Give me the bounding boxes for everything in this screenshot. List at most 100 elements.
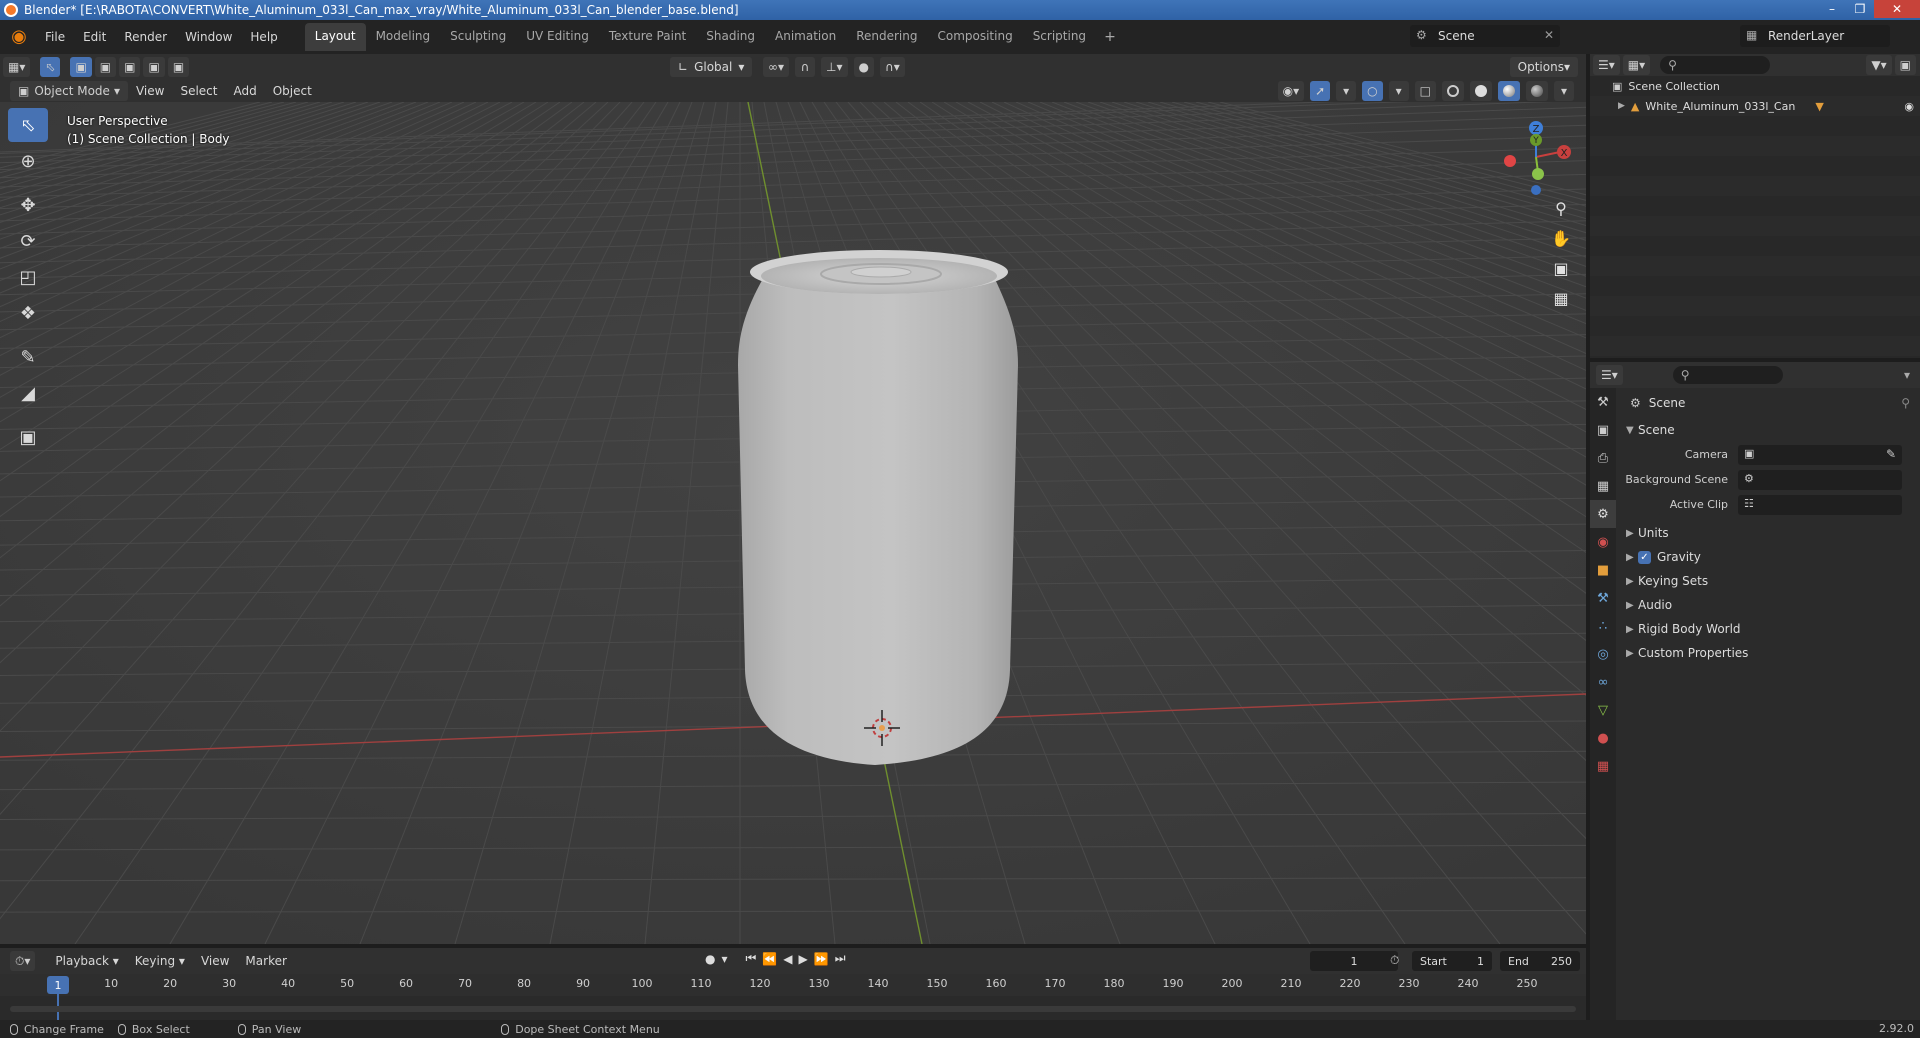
overlays-dropdown-icon[interactable]: ▾	[1388, 81, 1409, 101]
outliner-editor-type-icon[interactable]: ☰▾	[1593, 55, 1620, 75]
timeline[interactable]: 10 20 30 40 50 60 70 80 90 100 110 120 130 140 150 160 1…	[0, 974, 1586, 1020]
menu-help[interactable]: Help	[241, 30, 286, 44]
snap-target-icon[interactable]: ⊥▾	[821, 57, 848, 77]
outliner-search-input[interactable]: ⚲	[1660, 56, 1771, 74]
menu-playback[interactable]: Playback ▾	[47, 954, 126, 968]
menu-timeline-view[interactable]: View	[193, 954, 237, 968]
select-box-new-icon[interactable]: ▣	[70, 57, 92, 77]
visibility-icon[interactable]: ◉▾	[1277, 81, 1305, 101]
properties-editor-type-icon[interactable]: ☰▾	[1596, 365, 1623, 385]
panel-scene[interactable]: ▼ Scene	[1616, 418, 1920, 442]
tab-modeling[interactable]: Modeling	[366, 23, 441, 51]
panel-units[interactable]: ▶ Units	[1616, 521, 1920, 545]
tab-compositing[interactable]: Compositing	[927, 23, 1022, 51]
expand-arrow-icon[interactable]: ▶	[1618, 101, 1625, 111]
menu-file[interactable]: File	[36, 30, 74, 44]
add-cube-tool-icon[interactable]: ▣	[8, 420, 48, 454]
camera-field[interactable]: ▣ ✎	[1738, 444, 1902, 465]
proportional-edit-icon[interactable]: ●	[853, 57, 874, 77]
tab-sculpting[interactable]: Sculpting	[440, 23, 516, 51]
scene-selector[interactable]: ⚙ Scene ✕	[1410, 25, 1560, 47]
texture-properties-icon[interactable]: ▦	[1590, 752, 1616, 780]
rotate-tool-icon[interactable]: ⟳	[8, 224, 48, 258]
object-properties-icon[interactable]: ■	[1590, 556, 1616, 584]
output-properties-icon[interactable]: ⎙	[1590, 444, 1616, 472]
transform-orientation-dropdown[interactable]: ∟ Global ▾	[670, 57, 753, 77]
view-layer-selector[interactable]: ▦ RenderLayer	[1740, 25, 1890, 47]
material-properties-icon[interactable]: ●	[1590, 724, 1616, 752]
jump-end-icon[interactable]: ⏭	[835, 951, 846, 966]
select-box-extend-icon[interactable]: ▣	[94, 57, 117, 77]
constraint-properties-icon[interactable]: ∞	[1590, 668, 1616, 696]
aluminum-can-object[interactable]	[735, 250, 1035, 785]
background-scene-field[interactable]: ⚙	[1738, 469, 1902, 490]
menu-edit[interactable]: Edit	[74, 30, 115, 44]
physics-properties-icon[interactable]: ◎	[1590, 640, 1616, 668]
new-collection-icon[interactable]: ▣	[1894, 55, 1916, 75]
snap-magnet-icon[interactable]: ∩	[795, 57, 816, 77]
outliner-row-object[interactable]: ▶ ▲ White_Aluminum_033l_Can ▼ ◉	[1590, 96, 1920, 116]
render-properties-icon[interactable]: ▣	[1590, 416, 1616, 444]
tab-scripting[interactable]: Scripting	[1023, 23, 1096, 51]
scene-properties-icon[interactable]: ⚙	[1590, 500, 1616, 528]
world-properties-icon[interactable]: ◉	[1590, 528, 1616, 556]
display-mode-icon[interactable]: ▦▾	[1622, 55, 1651, 75]
zoom-icon[interactable]: ⚲	[1546, 194, 1576, 222]
annotate-tool-icon[interactable]: ✎	[8, 340, 48, 374]
add-workspace-button[interactable]: +	[1096, 23, 1124, 51]
overlays-toggle-icon[interactable]: ○	[1362, 81, 1383, 101]
measure-tool-icon[interactable]: ◢	[8, 376, 48, 410]
object-mode-dropdown[interactable]: ▣ Object Mode ▾	[10, 81, 128, 101]
tool-properties-icon[interactable]: ⚒	[1590, 388, 1616, 416]
select-box-subtract-icon[interactable]: ▣	[119, 57, 141, 77]
pivot-point-icon[interactable]: ∞▾	[763, 57, 790, 77]
select-tool-button[interactable]: ⬁	[40, 57, 61, 77]
timeline-scrollbar[interactable]	[10, 1006, 1576, 1012]
panel-gravity[interactable]: ▶ ✓ Gravity	[1616, 545, 1920, 569]
menu-select[interactable]: Select	[172, 84, 225, 98]
modifier-properties-icon[interactable]: ⚒	[1590, 584, 1616, 612]
pan-hand-icon[interactable]: ✋	[1546, 224, 1576, 252]
tab-layout[interactable]: Layout	[304, 23, 366, 51]
cursor-tool-icon[interactable]: ⊕	[8, 144, 48, 178]
camera-view-icon[interactable]: ▣	[1546, 254, 1576, 282]
playhead[interactable]: 1	[47, 976, 69, 994]
tab-texture-paint[interactable]: Texture Paint	[599, 23, 696, 51]
maximize-button[interactable]: ❐	[1846, 0, 1874, 18]
tab-shading[interactable]: Shading	[696, 23, 765, 51]
current-frame-field[interactable]: 1	[1310, 951, 1398, 971]
stopwatch-icon[interactable]: ⏱	[1390, 953, 1399, 968]
filter-icon[interactable]: ▼▾	[1866, 55, 1892, 75]
jump-keyframe-back-icon[interactable]: ⏪	[762, 952, 777, 966]
eye-visibility-icon[interactable]: ◉	[1904, 100, 1914, 113]
gizmo-toggle-icon[interactable]: ➚	[1310, 81, 1331, 101]
neg-z-axis-gizmo-icon[interactable]	[1531, 185, 1541, 195]
chevron-down-icon[interactable]: ▾	[1904, 368, 1910, 382]
active-clip-field[interactable]: ☷	[1738, 494, 1902, 515]
shading-dropdown-icon[interactable]: ▾	[1554, 81, 1574, 101]
menu-marker[interactable]: Marker	[237, 954, 294, 968]
menu-keying[interactable]: Keying ▾	[127, 954, 193, 968]
menu-window[interactable]: Window	[176, 30, 241, 44]
timeline-editor-type-icon[interactable]: ⏱▾	[10, 951, 36, 971]
editor-type-button[interactable]: ▦▾	[3, 57, 31, 77]
chevron-down-icon[interactable]: ▾	[721, 952, 727, 966]
solid-shading-icon[interactable]	[1470, 81, 1492, 101]
record-icon[interactable]: ●	[705, 952, 715, 966]
eyedropper-icon[interactable]: ✎	[1886, 447, 1896, 461]
panel-keying-sets[interactable]: ▶ Keying Sets	[1616, 569, 1920, 593]
jump-start-icon[interactable]: ⏮	[746, 951, 757, 966]
close-button[interactable]: ✕	[1874, 0, 1920, 18]
gravity-checkbox[interactable]: ✓	[1638, 550, 1651, 564]
frame-ruler[interactable]: 10 20 30 40 50 60 70 80 90 100 110 120 130 140 150 160 1…	[0, 974, 1586, 996]
perspective-toggle-icon[interactable]: ▦	[1546, 284, 1576, 312]
menu-object[interactable]: Object	[265, 84, 320, 98]
wireframe-shading-icon[interactable]	[1442, 81, 1464, 101]
neg-x-axis-gizmo-icon[interactable]	[1504, 155, 1516, 167]
properties-search-input[interactable]: ⚲	[1672, 366, 1783, 384]
menu-view[interactable]: View	[128, 84, 172, 98]
outliner-row-scene-collection[interactable]: ▣ Scene Collection	[1590, 76, 1920, 96]
pin-icon[interactable]: ⚲	[1901, 396, 1910, 410]
panel-rigid-body-world[interactable]: ▶ Rigid Body World	[1616, 617, 1920, 641]
remove-scene-icon[interactable]: ✕	[1544, 28, 1554, 42]
